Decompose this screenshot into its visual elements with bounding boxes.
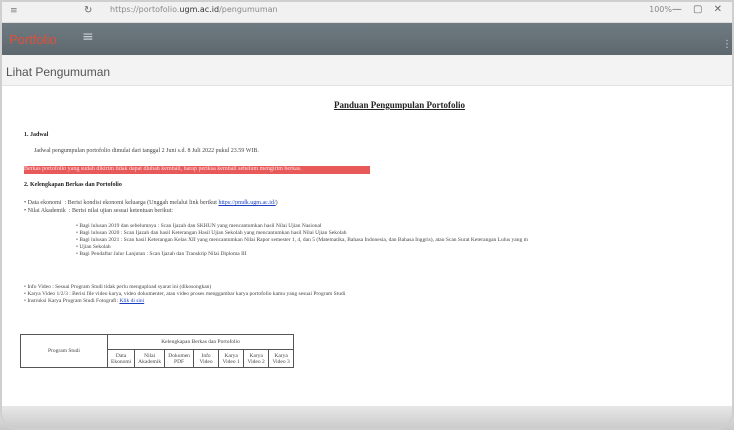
- section-schedule-title: 1. Jadwal: [24, 132, 49, 138]
- list-item: Bagi lulusan 2020 : Scan Ijazah dan hasi…: [76, 230, 528, 237]
- warning-highlight: Berkas portofolio yang sudah dikirim tid…: [24, 166, 370, 174]
- schedule-text: Jadwal pengumpulan portofolio dimulai da…: [34, 148, 259, 154]
- menu-icon[interactable]: ≡: [10, 6, 18, 16]
- table-header-program: Program Studi: [20, 334, 108, 368]
- list-item: • Nilai Akademik : Berisi nilai ujian se…: [24, 208, 173, 214]
- list-item: Info Video : Sesuai Program Studi tidak …: [24, 284, 345, 291]
- item-label: Nilai Akademik: [27, 208, 66, 214]
- status-bar: [0, 406, 734, 430]
- hamburger-icon[interactable]: ≡: [82, 29, 94, 45]
- zoom-level[interactable]: 100%: [649, 5, 672, 14]
- table-header: Dokumen PDF: [164, 349, 195, 368]
- list-item: Instruksi Karya Program Studi Fotografi:…: [24, 298, 345, 305]
- document-title: Panduan Pengumpulan Portofolio: [334, 100, 466, 110]
- photography-link[interactable]: Klik di sini: [119, 298, 144, 304]
- page-title: Lihat Pengumuman: [6, 65, 111, 79]
- item-text: : Berisi kondisi ekonomi keluarga (Ungga…: [64, 200, 217, 206]
- url-suffix: /pengumuman: [219, 5, 278, 14]
- item-text: Instruksi Karya Program Studi Fotografi:: [27, 298, 119, 304]
- table-header: Data Ekonomi: [106, 349, 136, 368]
- brand-logo[interactable]: Portfolio: [9, 32, 57, 47]
- table-header: Karya Video 1: [218, 349, 245, 368]
- requirements-list: Info Video : Sesuai Program Studi tidak …: [24, 284, 345, 305]
- table-group-header: Kelengkapan Berkas dan Portofolio: [106, 334, 295, 350]
- academic-sub-list: Bagi lulusan 2019 dan sebelumnya : Scan …: [76, 223, 528, 258]
- table-header: Info Video: [193, 349, 220, 368]
- table-header: Karya Video 3: [268, 349, 295, 368]
- browser-window: ≡ ↻ https://portofolio.ugm.ac.id/pengumu…: [0, 0, 734, 430]
- list-item: Karya Video 1/2/3 : Berisi file video ka…: [24, 291, 345, 298]
- item-label: Data ekonomi: [27, 200, 62, 206]
- announcement-content: Panduan Pengumpulan Portofolio 1. Jadwal…: [14, 86, 734, 406]
- requirements-table: Program Studi Kelengkapan Berkas dan Por…: [20, 334, 295, 368]
- section-requirements-title: 2. Kelengkapan Berkas dan Portofolio: [24, 182, 122, 188]
- table-header: Nilai Akademik: [134, 349, 166, 368]
- list-item: • Data ekonomi : Berisi kondisi ekonomi …: [24, 200, 278, 206]
- url-domain: ugm.ac.id: [179, 5, 220, 14]
- item-text: : Berisi nilai ujian sesuai ketentuan be…: [68, 208, 174, 214]
- list-item: Bagi Pendaftar Jalur Lanjutan : Scan Ija…: [76, 251, 528, 258]
- app-header: Portfolio ≡ ⋮: [0, 23, 734, 55]
- more-icon[interactable]: ⋮: [722, 39, 732, 50]
- reload-icon[interactable]: ↻: [84, 5, 92, 16]
- table-header: Karya Video 2: [243, 349, 270, 368]
- list-item: Bagi lulusan 2021 : Scan hasil Keteranga…: [76, 237, 528, 244]
- window-controls[interactable]: — ▢ ✕: [672, 4, 726, 15]
- page-header: Lihat Pengumuman: [0, 55, 734, 86]
- list-item: Ujian Sekolah: [76, 244, 528, 251]
- list-item: Bagi lulusan 2019 dan sebelumnya : Scan …: [76, 223, 528, 230]
- address-bar[interactable]: https://portofolio.ugm.ac.id/pengumuman: [110, 5, 410, 17]
- url-prefix: https://portofolio.: [110, 5, 180, 14]
- browser-toolbar: ≡ ↻ https://portofolio.ugm.ac.id/pengumu…: [0, 0, 734, 23]
- pmdk-link[interactable]: https://pmdk.ugm.ac.id/: [218, 200, 275, 206]
